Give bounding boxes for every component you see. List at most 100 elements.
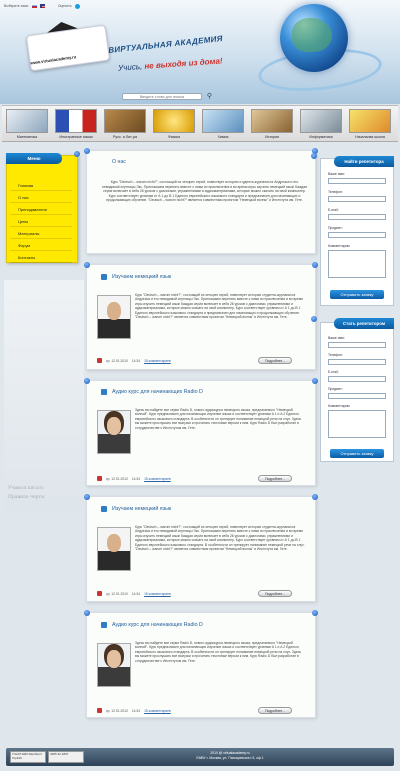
chemistry-thumbnail xyxy=(202,109,244,133)
search-input[interactable] xyxy=(122,93,202,100)
category-label: Начальная школа xyxy=(355,135,385,139)
comment-textarea[interactable] xyxy=(328,250,386,278)
menu-item-contacts[interactable]: Контакты xyxy=(10,253,72,263)
article-photo[interactable] xyxy=(97,410,131,454)
article-photo[interactable] xyxy=(97,643,131,687)
calendar-icon xyxy=(97,591,102,596)
article-icon xyxy=(101,389,107,395)
submit-request-button[interactable]: Отправить заявку xyxy=(330,290,384,299)
category-chemistry[interactable]: Химия xyxy=(202,109,244,141)
become-tutor-title: Стать репетитором xyxy=(334,318,394,329)
menu-item-about[interactable]: О нас xyxy=(10,193,72,203)
pin-icon xyxy=(84,494,90,500)
category-math[interactable]: Математика xyxy=(6,109,48,141)
submit-request-button[interactable]: Отправить заявку xyxy=(330,449,384,458)
article-comments-link[interactable]: 15 комментариев xyxy=(144,592,171,596)
article-title[interactable]: Изучаем немецкий язык xyxy=(112,274,171,280)
name-input[interactable] xyxy=(328,342,386,348)
article-date: ср, 12.01.2010 xyxy=(106,358,128,363)
pin-icon xyxy=(84,148,90,154)
skype-icon[interactable] xyxy=(75,3,81,9)
article-title[interactable]: Аудио курс для начинающих Radio D xyxy=(112,622,203,628)
find-tutor-title: Найти репетитора xyxy=(334,156,394,167)
category-label: Физика xyxy=(167,135,181,139)
menu-item-materials[interactable]: Материалы xyxy=(10,229,72,239)
article-icon xyxy=(101,506,107,512)
article-comments-link[interactable]: 15 комментариев xyxy=(144,477,171,481)
article-icon xyxy=(101,274,107,280)
subject-input[interactable] xyxy=(328,232,386,238)
read-more-button[interactable]: Подробнее... xyxy=(258,707,292,714)
menu-item-forum[interactable]: Форум xyxy=(10,241,72,251)
phone-label: Телефон: xyxy=(328,353,344,357)
read-more-button[interactable]: Подробнее... xyxy=(258,357,292,364)
phone-input[interactable] xyxy=(328,359,386,365)
article-title[interactable]: Изучаем немецкий язык xyxy=(112,506,171,512)
comment-label: Комментарии: xyxy=(328,244,351,248)
article-time: 14:34 xyxy=(131,476,141,481)
email-input[interactable] xyxy=(328,214,386,220)
math-thumbnail xyxy=(6,109,48,133)
read-more-button[interactable]: Подробнее... xyxy=(258,475,292,482)
category-bar: Математика Иностранные языки Русс. и Лит… xyxy=(2,105,398,142)
subject-input[interactable] xyxy=(328,393,386,399)
category-primary-school[interactable]: Начальная школа xyxy=(349,109,391,141)
name-label: Ваше имя: xyxy=(328,172,345,176)
article-date: ср, 12.01.2010 xyxy=(106,476,128,481)
deco-line1: Учимся писать xyxy=(8,486,44,491)
category-label: Информатика xyxy=(309,135,333,139)
article-text: Курс "Deutsch – warum nicht?", состоящий… xyxy=(135,293,303,320)
phone-input[interactable] xyxy=(328,196,386,202)
decorative-notebook: Учимся писать Правило черты xyxy=(4,280,84,510)
top-bar: Выберите язык: Оценить: xyxy=(4,3,124,9)
counters: УЧАСТНИК Rambler's Top100 4365 32 1807 xyxy=(10,751,124,763)
informatics-thumbnail xyxy=(300,109,342,133)
calendar-icon xyxy=(97,476,102,481)
english-flag-icon[interactable] xyxy=(39,4,45,8)
article-title[interactable]: Аудио курс для начинающих Radio D xyxy=(112,389,203,395)
rambler-counter[interactable]: УЧАСТНИК Rambler's Top100 xyxy=(10,751,46,763)
pin-icon xyxy=(312,378,318,384)
category-informatics[interactable]: Информатика xyxy=(300,109,342,141)
category-russian[interactable]: Русс. и Лит-ра xyxy=(104,109,146,141)
menu-title: Меню xyxy=(6,153,62,164)
calendar-icon xyxy=(97,708,102,713)
address-text: ЕМВУ г. Москва, ул. Пискаревского 5, оф.… xyxy=(196,755,264,760)
article-comments-link[interactable]: 15 комментариев xyxy=(144,709,171,713)
email-input[interactable] xyxy=(328,376,386,382)
about-text: Курс "Deutsch – warum nicht?", состоящий… xyxy=(102,180,307,203)
article-time: 14:34 xyxy=(131,358,141,363)
read-more-button[interactable]: Подробнее... xyxy=(258,590,292,597)
footer-copyright: 2010 @ virtualacademy.ru ЕМВУ г. Москва,… xyxy=(170,751,290,760)
article-date: ср, 12.01.2010 xyxy=(106,708,128,713)
history-thumbnail xyxy=(251,109,293,133)
article-comments-link[interactable]: 15 комментариев xyxy=(144,359,171,363)
name-input[interactable] xyxy=(328,178,386,184)
email-label: E-mail: xyxy=(328,208,339,212)
article-photo[interactable] xyxy=(97,527,131,571)
article-time: 14:34 xyxy=(131,708,141,713)
article-meta: ср, 12.01.2010 14:34 15 комментариев xyxy=(97,708,171,713)
menu-item-teachers[interactable]: Преподаватели xyxy=(10,205,72,215)
pin-icon xyxy=(311,316,317,322)
comment-label: Комментарии: xyxy=(328,404,351,408)
menu-item-prices[interactable]: Цены xyxy=(10,217,72,227)
physics-thumbnail xyxy=(153,109,195,133)
category-label: Математика xyxy=(16,135,38,139)
pin-icon xyxy=(312,610,318,616)
article-meta: ср, 12.01.2010 14:34 15 комментариев xyxy=(97,476,171,481)
menu-item-home[interactable]: Главная xyxy=(10,181,72,191)
search-icon[interactable]: ⚲ xyxy=(205,92,214,101)
share-label: Оценить: xyxy=(57,4,73,8)
category-history[interactable]: История xyxy=(251,109,293,141)
comment-textarea[interactable] xyxy=(328,410,386,438)
category-languages[interactable]: Иностранные языки xyxy=(55,109,97,141)
visit-counter[interactable]: 4365 32 1807 xyxy=(48,751,84,763)
pin-icon xyxy=(312,262,318,268)
face-shape xyxy=(107,650,121,668)
russian-flag-icon[interactable] xyxy=(31,4,37,8)
languages-thumbnail xyxy=(55,109,97,133)
category-physics[interactable]: Физика xyxy=(153,109,195,141)
article-photo[interactable] xyxy=(97,295,131,339)
pin-icon xyxy=(312,494,318,500)
